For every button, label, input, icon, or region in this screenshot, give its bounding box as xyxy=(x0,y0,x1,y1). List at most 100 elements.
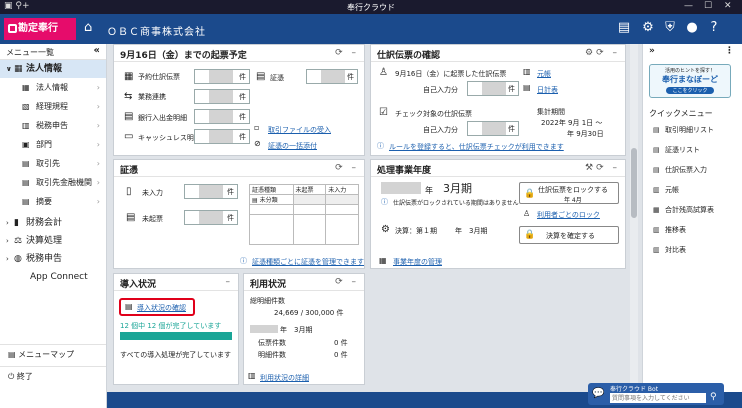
panel-fiscal-year: 処理事業年度 ⚒⟳ – 年 3月期 ⓘ 仕訳伝票がロックされている期間はありません… xyxy=(370,159,626,269)
panel-usage-status: 利用状況 ⟳ – 総明細件数 24,669 / 300,000 件 年 3月期 伝… xyxy=(243,273,365,385)
fiscal-year-manage-link[interactable]: 事業年度の管理 xyxy=(393,257,442,267)
right-panel: » ⋮ 活用のヒントを探す！ 奉行まなぼーど ここをクリック クイックメニュー ▤… xyxy=(642,44,742,392)
import-files-link[interactable]: 取引ファイルの受入 xyxy=(268,125,331,135)
exit-button[interactable]: ⏻ 終了 xyxy=(0,366,106,386)
menu-item-partners[interactable]: ▤ 取引先 › xyxy=(0,154,106,173)
menu-item-label: 取引先 xyxy=(36,159,60,168)
user-icon[interactable]: ● xyxy=(684,20,700,35)
menu-item-departments[interactable]: ▣ 部門 › xyxy=(0,135,106,154)
brand-logo[interactable]: 勘定奉行 xyxy=(4,18,76,40)
power-icon: ⏻ xyxy=(8,372,17,381)
menu-map-label: メニューマップ xyxy=(18,350,75,359)
quick-item-journal-entry[interactable]: ▤ 仕訳伝票入力 xyxy=(643,160,742,180)
document-icon[interactable]: ▤ xyxy=(616,20,632,35)
menu-item-label: 取引先金融機関 xyxy=(36,178,92,187)
not-posted-label: 未起票 xyxy=(142,215,163,223)
search-icon[interactable]: ⚲ xyxy=(710,392,717,402)
detail-count-label: 明細件数 xyxy=(258,351,286,359)
count-box: 件 xyxy=(184,184,238,199)
menu-category-financial[interactable]: › ▮ 財務会計 xyxy=(0,214,106,232)
menu-category-label: 決算処理 xyxy=(26,236,63,246)
scrollbar-thumb[interactable] xyxy=(631,148,637,218)
total-details-label: 総明細件数 xyxy=(250,297,285,305)
confirm-settlement-button[interactable]: 🔒 決算を確定する xyxy=(519,226,619,244)
scale-icon: ⚖ xyxy=(14,236,23,246)
info-icon: ⓘ xyxy=(381,198,388,206)
ledger-icon: ▥ xyxy=(523,67,531,76)
voucher-type-table: 証憑種類 未起票 未入力 ▤ 未分類 xyxy=(249,184,359,245)
menu-category-label: 財務会計 xyxy=(26,218,63,228)
menu-item-label: 税務申告 xyxy=(36,121,68,130)
panel-controls[interactable]: ⟳ – xyxy=(335,48,359,58)
quick-item-trend[interactable]: ▥ 推移表 xyxy=(643,220,742,240)
panel-controls[interactable]: ⚙⟳ – xyxy=(585,48,620,58)
menu-category-closing[interactable]: › ⚖ 決算処理 xyxy=(0,232,106,250)
bot-question-input[interactable] xyxy=(610,393,706,403)
lock-journal-button[interactable]: 🔒 仕訳伝票をロックする 年 4月 xyxy=(519,182,619,204)
setup-check-button[interactable]: ▤ 導入状況の確認 xyxy=(119,298,195,316)
setup-check-label: 導入状況の確認 xyxy=(137,304,186,312)
minimize-panel-icon[interactable]: – xyxy=(226,277,234,287)
settlement-button-label: 決算を確定する xyxy=(546,232,595,240)
quick-item-vouchers[interactable]: ▤ 証憑リスト xyxy=(643,140,742,160)
menu-item-accounting-rules[interactable]: ▧ 経理規程 › xyxy=(0,97,106,116)
collapse-icon[interactable]: « xyxy=(94,45,100,56)
menu-category-corporate[interactable]: ∨ ▦ 法人情報 xyxy=(0,60,106,78)
rule-register-link[interactable]: ルールを登録すると、仕訳伝票チェックが利用できます xyxy=(389,142,564,152)
count-box: 件 xyxy=(467,121,519,136)
help-icon[interactable]: ? xyxy=(706,20,722,35)
chatbot-widget[interactable]: 💬 奉行クラウド Bot ⚲ xyxy=(588,383,724,405)
shield-icon[interactable]: ⛨ xyxy=(662,20,678,35)
expand-icon[interactable]: » xyxy=(649,46,655,56)
home-icon[interactable]: ⌂ xyxy=(84,20,92,35)
table-cell: 未分類 xyxy=(259,197,278,204)
compare-icon: ▥ xyxy=(653,246,660,254)
row-label: キャッシュレス明細 xyxy=(138,134,201,142)
daily-table-link[interactable]: 日計表 xyxy=(537,85,558,95)
close-icon[interactable]: ✕ xyxy=(724,1,732,11)
table-header: 証憑種類 xyxy=(249,184,294,195)
menu-category-tax[interactable]: › ◍ 税務申告 xyxy=(0,250,106,268)
card-icon: ▭ xyxy=(124,131,134,142)
chevron-right-icon: › xyxy=(96,83,100,92)
quick-item-trial-balance[interactable]: ▦ 合計残高試算表 xyxy=(643,200,742,220)
menu-item-corporate-info[interactable]: ▦ 法人情報 › xyxy=(0,78,106,97)
panel-title: 証憑 ⟳ – xyxy=(114,160,364,177)
calendar-icon: ▦ xyxy=(379,256,387,265)
panel-controls[interactable]: ⚒⟳ – xyxy=(585,163,620,173)
quick-item-transactions[interactable]: ▤ 取引明細リスト xyxy=(643,120,742,140)
menu-map-link[interactable]: ▤ メニューマップ xyxy=(0,344,106,364)
bulk-attach-link[interactable]: 証憑の一括添付 xyxy=(268,141,317,151)
chevron-right-icon: › xyxy=(96,178,100,187)
globe-icon: ◍ xyxy=(14,254,22,264)
voucher-manage-link[interactable]: 証憑種類ごとに証憑を管理できます xyxy=(252,257,364,267)
learning-banner[interactable]: 活用のヒントを探す！ 奉行まなぼーど ここをクリック xyxy=(649,64,731,98)
table-row[interactable]: ▤ 未分類 xyxy=(249,194,359,205)
quick-item-comparison[interactable]: ▥ 対比表 xyxy=(643,240,742,260)
maximize-icon[interactable]: ☐ xyxy=(704,1,712,11)
menu-item-partner-banks[interactable]: ▤ 取引先金融機関 › xyxy=(0,173,106,192)
gear-icon[interactable]: ⚙ xyxy=(640,20,656,35)
usage-detail-link[interactable]: 利用状況の詳細 xyxy=(260,373,309,383)
chevron-down-icon: ∨ xyxy=(6,65,12,73)
chevron-right-icon: › xyxy=(96,102,100,111)
ledger-link[interactable]: 元帳 xyxy=(537,69,551,79)
chat-bubble-icon: 💬 xyxy=(592,388,605,399)
window-title: 奉行クラウド xyxy=(347,3,395,12)
menu-item-summaries[interactable]: ▤ 摘要 › xyxy=(0,192,106,211)
minimize-icon[interactable]: — xyxy=(684,1,693,11)
slip-count-value: 0 件 xyxy=(334,339,348,347)
more-icon[interactable]: ⋮ xyxy=(725,46,734,56)
menu-item-tax-filing[interactable]: ▥ 税務申告 › xyxy=(0,116,106,135)
menu-category-app-connect[interactable]: App Connect xyxy=(0,268,106,286)
panel-controls[interactable]: ⟳ – xyxy=(335,277,359,287)
main-scrollbar[interactable] xyxy=(630,44,638,392)
file-icon: ▫ xyxy=(254,123,260,132)
attach-icon: ⊘ xyxy=(254,139,261,148)
panel-controls[interactable]: ⟳ – xyxy=(335,163,359,173)
user-lock-link[interactable]: 利用者ごとのロック xyxy=(537,210,600,220)
chevron-right-icon: › xyxy=(96,121,100,130)
panel-title-label: 証憑 xyxy=(120,166,139,176)
quick-item-ledger[interactable]: ▥ 元帳 xyxy=(643,180,742,200)
app-header: 勘定奉行 ⌂ ＯＢＣ商事株式会社 ▤ ⚙ ⛨ ● ? xyxy=(0,14,742,44)
